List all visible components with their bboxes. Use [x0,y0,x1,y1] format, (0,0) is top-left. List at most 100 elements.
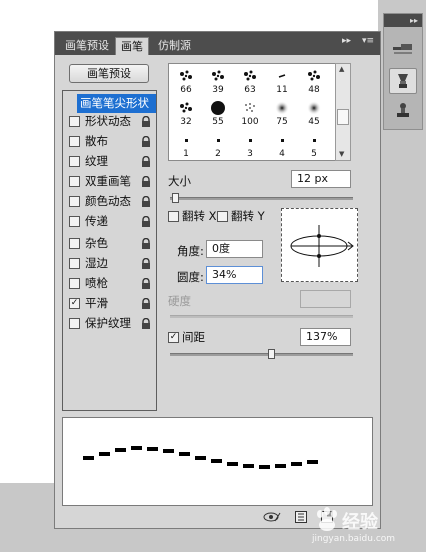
open-preset-manager-icon[interactable] [295,511,307,523]
option-row[interactable]: 散布 [63,132,156,151]
option-row[interactable]: 湿边 [63,254,156,273]
size-slider-track[interactable] [170,197,353,200]
flip-x-checkbox[interactable] [168,211,179,222]
option-label: 颜色动态 [85,194,131,208]
option-row[interactable]: 传递 [63,212,156,231]
hardness-slider-track [170,315,353,318]
brush-tip-size-label: 55 [212,117,224,127]
option-brush-tip-shape[interactable]: 画笔笔尖形状 [77,94,156,113]
brush-tip-dot-icon [170,130,202,150]
brush-tip-63[interactable]: 63 [234,65,266,97]
toggle-live-tip-preview-icon[interactable] [263,511,281,523]
brush-tip-size-label: 66 [180,85,192,95]
brush-tip-3[interactable]: 3 [234,129,266,160]
brush-tip-32[interactable]: 32 [170,97,202,129]
watermark-title: 经验 [342,512,378,533]
option-row[interactable]: ✓ 平滑 [63,294,156,313]
brush-tip-splatter-icon [234,66,266,86]
tab-brush[interactable]: 画笔 [115,37,149,55]
option-checkbox[interactable] [69,196,80,207]
angle-field[interactable]: 0度 [206,240,263,258]
brush-tip-48[interactable]: 48 [298,65,330,97]
option-checkbox[interactable] [69,216,80,227]
flip-y-checkbox[interactable] [217,211,228,222]
brush-presets-button[interactable]: 画笔预设 [69,64,149,83]
watermark-url: jingyan.baidu.com [312,534,396,544]
option-label: 喷枪 [85,276,108,290]
brush-tip-45[interactable]: 45 [298,97,330,129]
brush-tip-100[interactable]: 100 [234,97,266,129]
spacing-checkbox[interactable]: ✓ [168,332,179,343]
angle-ellipse-icon [290,225,354,267]
brush-tip-size-label: 45 [308,117,320,127]
brush-tip-dot-icon [266,130,298,150]
tab-brush-presets[interactable]: 画笔预设 [60,37,114,55]
option-checkbox[interactable] [69,258,80,269]
lock-icon[interactable] [141,317,151,336]
lock-icon[interactable] [141,215,151,234]
spacing-label: 间距 [182,330,205,344]
option-checkbox[interactable]: ✓ [69,298,80,309]
brush-tip-size-label: 48 [308,85,320,95]
option-checkbox[interactable] [69,116,80,127]
brush-tip-4[interactable]: 4 [266,129,298,160]
panel-collapse-button[interactable]: ▸▸ [342,36,351,46]
option-checkbox[interactable] [69,278,80,289]
brush-panel: 画笔预设 画笔 仿制源 ▸▸ ▾≡ 画笔预设 画笔笔尖形状 形状动态 散布纹理双重… [54,31,381,529]
brush-tip-grid: 66 39 63 11 48 32 55 100 75 45 1 2 3 4 5 [168,63,350,161]
baidu-jingyan-watermark: 经验 jingyan.baidu.com [312,504,422,548]
option-row[interactable]: 保护纹理 [63,314,156,333]
brush-tip-soft-icon [266,98,298,118]
brush-dock-button[interactable] [389,68,417,94]
option-row[interactable]: 颜色动态 [63,192,156,211]
brush-tip-size-label: 32 [180,117,192,127]
spacing-slider-track[interactable] [170,353,353,356]
brush-tip-1[interactable]: 1 [170,129,202,160]
brush-tip-size-label: 100 [241,117,259,127]
size-slider-thumb[interactable] [172,193,180,203]
option-checkbox[interactable] [69,238,80,249]
brush-icon [398,74,408,88]
scroll-up-icon[interactable]: ▲ [339,65,344,73]
brush-tip-splatter-icon [298,66,330,86]
brush-tip-11[interactable]: 11 [266,65,298,97]
option-label: 双重画笔 [85,174,131,188]
hardness-field [300,290,351,308]
option-row[interactable]: 形状动态 [63,112,156,131]
option-row[interactable]: 纹理 [63,152,156,171]
brush-tip-39[interactable]: 39 [202,65,234,97]
dock-expand-button[interactable]: ▸▸ [384,14,422,27]
tab-clone-source[interactable]: 仿制源 [153,37,196,55]
option-checkbox[interactable] [69,156,80,167]
size-field[interactable]: 12 px [291,170,351,188]
scrollbar-thumb[interactable] [337,109,349,125]
roundness-field[interactable]: 34% [206,266,263,284]
angle-roundness-preview[interactable] [281,208,358,282]
panel-menu-button[interactable]: ▾≡ [362,36,374,46]
brush-presets-dock-button[interactable] [389,36,417,62]
option-checkbox[interactable] [69,318,80,329]
brush-tip-55[interactable]: 55 [202,97,234,129]
spacing-field[interactable]: 137% [300,328,351,346]
stroke-preview [62,417,373,506]
size-label: 大小 [168,174,191,188]
brush-tip-splatter-icon [170,66,202,86]
brush-tip-2[interactable]: 2 [202,129,234,160]
option-row[interactable]: 双重画笔 [63,172,156,191]
brush-tip-5[interactable]: 5 [298,129,330,160]
option-checkbox[interactable] [69,176,80,187]
spacing-slider-thumb[interactable] [267,349,275,359]
side-dock: ▸▸ [383,13,423,130]
option-row[interactable]: 喷枪 [63,274,156,293]
brush-tip-75[interactable]: 75 [266,97,298,129]
option-checkbox[interactable] [69,136,80,147]
brush-tip-hard-icon [202,98,234,118]
option-row[interactable]: 杂色 [63,234,156,253]
brush-tip-66[interactable]: 66 [170,65,202,97]
clone-stamp-icon [397,103,409,117]
clone-source-dock-button[interactable] [389,98,417,124]
option-label: 纹理 [85,154,108,168]
scroll-down-icon[interactable]: ▼ [339,150,344,158]
brush-grid-scrollbar[interactable]: ▲ ▼ [335,63,351,161]
brush-tip-size-label: 4 [279,149,285,159]
